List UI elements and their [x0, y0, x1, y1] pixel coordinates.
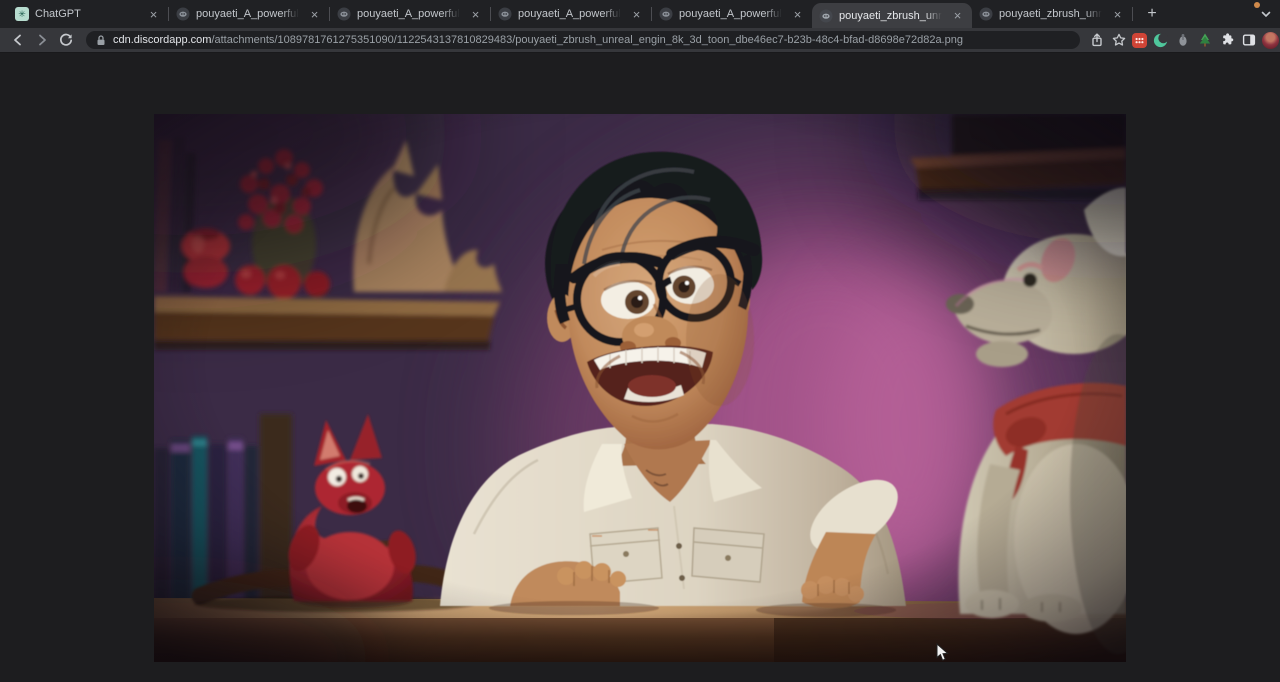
browser-window: ✳ ChatGPT × pouyaeti_A_powerful_modern ×…: [0, 0, 1280, 682]
tab-discord-3[interactable]: pouyaeti_A_powerful_modern ×: [491, 0, 651, 28]
tab-title: pouyaeti_zbrush_unreal_engin: [999, 8, 1104, 20]
tab-close-icon[interactable]: ×: [468, 7, 483, 22]
update-indicator-dot: [1254, 2, 1260, 8]
url-domain: cdn.discordapp.com: [113, 34, 211, 46]
tab-discord-1[interactable]: pouyaeti_A_powerful_modern ×: [169, 0, 329, 28]
share-icon[interactable]: [1088, 32, 1105, 49]
tab-discord-6[interactable]: pouyaeti_zbrush_unreal_engin ×: [972, 0, 1132, 28]
forward-button[interactable]: [32, 30, 52, 50]
tab-close-icon[interactable]: ×: [790, 7, 805, 22]
tab-close-icon[interactable]: ×: [629, 7, 644, 22]
discord-favicon-icon: [176, 7, 190, 21]
tab-chatgpt[interactable]: ✳ ChatGPT ×: [8, 0, 168, 28]
tab-title: pouyaeti_A_powerful_modern: [518, 8, 623, 20]
tab-close-icon[interactable]: ×: [307, 7, 322, 22]
tab-divider: [1132, 7, 1133, 21]
tab-discord-2[interactable]: pouyaeti_A_powerful_modern ×: [330, 0, 490, 28]
extensions-puzzle-icon[interactable]: [1218, 32, 1235, 49]
vignette-overlay: [154, 114, 1126, 662]
tab-discord-4[interactable]: pouyaeti_A_powerful_modern ×: [652, 0, 812, 28]
toolbar: cdn.discordapp.com/attachments/108978176…: [0, 28, 1280, 53]
tab-strip-right: [1257, 0, 1274, 28]
discord-favicon-icon: [337, 7, 351, 21]
bookmark-star-icon[interactable]: [1110, 32, 1127, 49]
tab-title: pouyaeti_A_powerful_modern: [679, 8, 784, 20]
sidebar-toggle-icon[interactable]: [1240, 32, 1257, 49]
discord-favicon-icon: [498, 7, 512, 21]
mouse-extension-icon[interactable]: [1174, 32, 1191, 49]
extension-red-icon[interactable]: [1132, 33, 1147, 48]
reload-button[interactable]: [56, 30, 76, 50]
tab-title: pouyaeti_zbrush_unreal_engin: [839, 10, 944, 22]
dark-mode-moon-extension-icon[interactable]: [1152, 32, 1169, 49]
toolbar-actions: [1088, 32, 1280, 49]
profile-avatar[interactable]: [1262, 32, 1279, 49]
url-text: cdn.discordapp.com/attachments/108978176…: [113, 34, 963, 46]
back-button[interactable]: [8, 30, 28, 50]
page-content: [0, 53, 1280, 682]
tab-title: ChatGPT: [35, 8, 140, 20]
address-bar[interactable]: cdn.discordapp.com/attachments/108978176…: [86, 31, 1080, 49]
lock-icon: [95, 34, 107, 47]
new-tab-button[interactable]: +: [1139, 1, 1165, 27]
chatgpt-favicon-icon: ✳: [15, 7, 29, 21]
discord-attachment-image[interactable]: [154, 114, 1126, 662]
tree-extension-icon[interactable]: [1196, 32, 1213, 49]
tab-discord-5-active[interactable]: pouyaeti_zbrush_unreal_engin ×: [812, 3, 972, 28]
tab-title: pouyaeti_A_powerful_modern: [357, 8, 462, 20]
tab-close-icon[interactable]: ×: [146, 7, 161, 22]
discord-favicon-icon: [979, 7, 993, 21]
url-path: /attachments/1089781761275351090/1122543…: [211, 34, 963, 46]
tab-close-icon[interactable]: ×: [950, 8, 965, 23]
tab-close-icon[interactable]: ×: [1110, 7, 1125, 22]
tab-title: pouyaeti_A_powerful_modern: [196, 8, 301, 20]
discord-favicon-icon: [819, 9, 833, 23]
discord-favicon-icon: [659, 7, 673, 21]
tab-search-chevron-icon[interactable]: [1257, 6, 1274, 23]
tab-strip: ✳ ChatGPT × pouyaeti_A_powerful_modern ×…: [0, 0, 1280, 28]
